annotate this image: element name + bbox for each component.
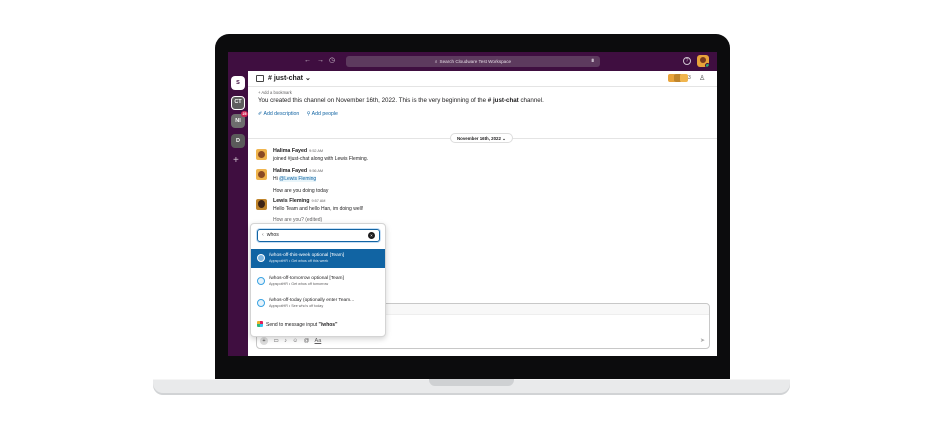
slack-logo-icon xyxy=(257,321,263,327)
back-chevron-icon[interactable]: ‹ xyxy=(262,232,264,238)
command-option[interactable]: /whos-off-tomorrow optional [Team] Appsp… xyxy=(251,272,385,291)
mention-icon[interactable]: @ xyxy=(304,338,310,344)
add-person-icon[interactable]: ♙ xyxy=(699,74,705,82)
search-placeholder: Search Cloudware Test Workspace xyxy=(439,59,512,64)
intro-channel-name: # just-chat xyxy=(487,97,519,104)
laptop-notch xyxy=(429,379,514,386)
search-filter-icon[interactable]: ⩩ xyxy=(591,56,594,67)
intro-suffix: channel. xyxy=(518,97,544,104)
sender-name[interactable]: Lewis Fleming xyxy=(273,198,310,204)
attach-plus-icon[interactable]: + xyxy=(260,337,268,345)
send-icon[interactable]: ➤ xyxy=(700,337,705,344)
emoji-icon[interactable]: ☺ xyxy=(293,338,299,344)
member-count: 3 xyxy=(688,75,691,81)
sender-name[interactable]: Halima Fayed xyxy=(273,148,307,154)
command-autocomplete: ‹ whos × /whos-off-this-week optional [Te… xyxy=(250,223,386,337)
command-search-input[interactable]: ‹ whos × xyxy=(257,229,380,242)
timestamp[interactable]: 9:57 AM xyxy=(312,199,326,203)
timestamp[interactable]: 9:56 AM xyxy=(309,169,323,173)
format-text-icon[interactable]: Aa xyxy=(315,338,322,344)
command-query: whos xyxy=(266,232,279,238)
timestamp[interactable]: 9:52 AM xyxy=(309,149,323,153)
appspothr-icon xyxy=(257,277,265,285)
add-bookmark-link[interactable]: + Add a bookmark xyxy=(258,90,292,95)
avatar[interactable] xyxy=(256,149,267,160)
message-text: Hi @Lewis Fleming xyxy=(273,176,323,182)
search-bar[interactable]: ⌕ Search Cloudware Test Workspace ⩩ xyxy=(346,56,600,67)
command-option[interactable]: /whos-off-today (optionally enter Team..… xyxy=(251,294,385,313)
command-option[interactable]: /whos-off-this-week optional [Team] Apps… xyxy=(251,249,385,268)
sidebar-toggle-icon[interactable] xyxy=(256,75,264,82)
intro-actions: ✐ Add description ⚲ Add people xyxy=(258,111,344,117)
sender-name[interactable]: Halima Fayed xyxy=(273,168,307,174)
composer-tools: + ▭ ♪ ☺ @ Aa xyxy=(260,337,325,345)
slack-window: ← → ◷ ⌕ Search Cloudware Test Workspace ⩩… xyxy=(228,52,717,356)
send-value: "/whos" xyxy=(318,322,338,328)
command-source: AppspotHR • See who's off today xyxy=(269,304,324,308)
user-mention[interactable]: @Lewis Fleming xyxy=(279,176,317,182)
members-button[interactable]: 3 xyxy=(668,74,696,83)
command-source: AppspotHR • Get whos off tomorrow xyxy=(269,282,329,286)
add-workspace-icon[interactable]: + xyxy=(233,156,239,166)
search-icon: ⌕ xyxy=(434,59,438,64)
message-text: Hello Team and hello Han, im doing well! xyxy=(273,206,364,212)
command-name: /whos-off-tomorrow optional [Team] xyxy=(269,276,344,281)
command-source: AppspotHR • Get whos off this week xyxy=(269,259,329,263)
avatar[interactable] xyxy=(256,199,267,210)
date-pill[interactable]: November 16th, 2022 ⌄ xyxy=(450,133,513,143)
appspothr-icon xyxy=(257,299,265,307)
laptop-mockup: ← → ◷ ⌕ Search Cloudware Test Workspace ⩩… xyxy=(0,0,951,446)
command-name: /whos-off-this-week optional [Team] xyxy=(269,253,345,258)
channel-intro: You created this channel on November 16t… xyxy=(258,97,544,104)
add-description-link[interactable]: ✐ Add description xyxy=(258,111,299,117)
help-icon[interactable]: ? xyxy=(683,57,691,65)
forward-arrow-icon[interactable]: → xyxy=(317,57,324,65)
command-name: /whos-off-today (optionally enter Team..… xyxy=(269,298,355,303)
channel-name[interactable]: # just-chat ⌄ xyxy=(268,74,311,83)
add-people-link[interactable]: ⚲ Add people xyxy=(307,111,338,117)
workspace-rail: S CT NI 25 D + xyxy=(228,71,248,356)
top-bar: ← → ◷ ⌕ Search Cloudware Test Workspace ⩩… xyxy=(228,52,717,71)
workspace-ni[interactable]: NI 25 xyxy=(231,111,248,128)
message-text: How are you doing today xyxy=(273,188,329,194)
channel-header: # just-chat ⌄ 3 ♙ xyxy=(248,71,717,87)
send-to-input-option[interactable]: Send to message input "/whos" xyxy=(257,321,337,328)
workspace-d[interactable]: D xyxy=(231,134,245,148)
member-avatar xyxy=(680,74,688,82)
user-avatar[interactable] xyxy=(697,55,709,67)
clear-icon[interactable]: × xyxy=(368,232,375,239)
avatar[interactable] xyxy=(256,169,267,180)
workspace-ct[interactable]: CT xyxy=(231,96,245,110)
appspothr-icon xyxy=(257,254,265,262)
laptop-base xyxy=(153,379,790,393)
workspace-ni-label: NI xyxy=(235,118,241,124)
workspace-slack-icon[interactable]: S xyxy=(231,76,245,90)
history-icon[interactable]: ◷ xyxy=(329,57,335,65)
microphone-icon[interactable]: ♪ xyxy=(284,338,287,344)
unread-badge: 25 xyxy=(241,111,248,117)
message-text: joined #just-chat along with Lewis Flemi… xyxy=(273,156,369,162)
send-prefix: Send to message input xyxy=(266,322,319,328)
video-clip-icon[interactable]: ▭ xyxy=(274,338,279,344)
online-status-icon xyxy=(705,63,709,67)
intro-prefix: You created this channel on November 16t… xyxy=(258,97,488,104)
back-arrow-icon[interactable]: ← xyxy=(304,57,311,65)
